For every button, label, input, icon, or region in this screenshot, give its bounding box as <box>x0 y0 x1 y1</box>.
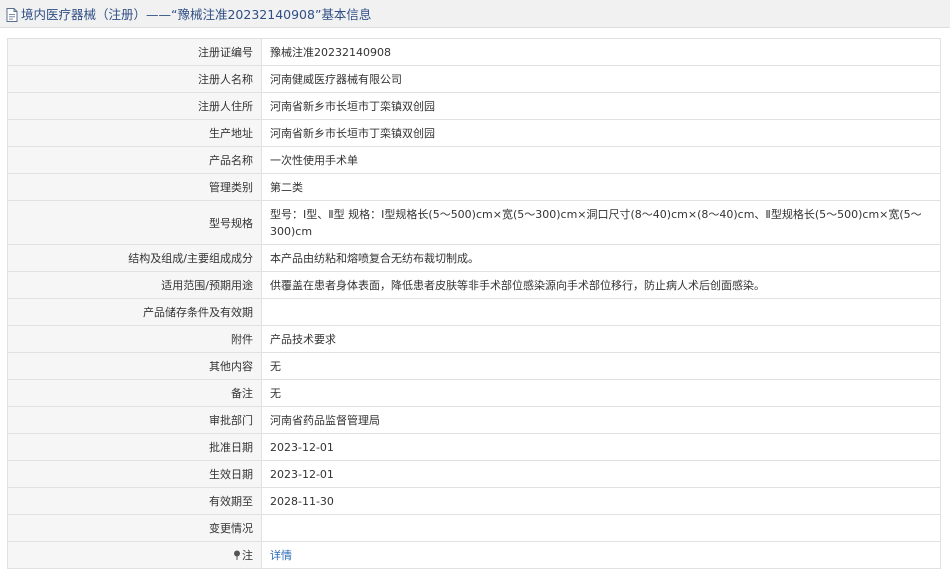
table-row: 备注 无 <box>7 379 941 407</box>
row-value: 无 <box>261 352 941 380</box>
row-value: 河南省新乡市长垣市丁栾镇双创园 <box>261 92 941 120</box>
table-row: 批准日期 2023-12-01 <box>7 433 941 461</box>
row-value: 2023-12-01 <box>261 433 941 461</box>
row-label: 注册人名称 <box>7 65 262 93</box>
table-row: 注册人住所 河南省新乡市长垣市丁栾镇双创园 <box>7 92 941 120</box>
row-value <box>261 514 941 542</box>
row-label: 审批部门 <box>7 406 262 434</box>
row-value: 无 <box>261 379 941 407</box>
table-row: 产品储存条件及有效期 <box>7 298 941 326</box>
table-row: 结构及组成/主要组成成分 本产品由纺粘和熔喷复合无纺布裁切制成。 <box>7 244 941 272</box>
table-row: 管理类别 第二类 <box>7 173 941 201</box>
document-icon <box>6 7 18 22</box>
details-link[interactable]: 详情 <box>270 549 292 562</box>
note-label-cell: 注 <box>7 541 262 569</box>
note-label: 注 <box>242 549 253 562</box>
row-value: 河南健威医疗器械有限公司 <box>261 65 941 93</box>
row-label: 产品储存条件及有效期 <box>7 298 262 326</box>
row-label: 批准日期 <box>7 433 262 461</box>
row-value: 一次性使用手术单 <box>261 146 941 174</box>
row-value: 河南省新乡市长垣市丁栾镇双创园 <box>261 119 941 147</box>
table-row: 变更情况 <box>7 514 941 542</box>
row-label: 管理类别 <box>7 173 262 201</box>
row-label: 附件 <box>7 325 262 353</box>
table-row: 有效期至 2028-11-30 <box>7 487 941 515</box>
row-label: 注册人住所 <box>7 92 262 120</box>
row-label: 其他内容 <box>7 352 262 380</box>
row-label: 备注 <box>7 379 262 407</box>
row-label: 型号规格 <box>7 200 262 245</box>
row-value: 2023-12-01 <box>261 460 941 488</box>
row-value: 本产品由纺粘和熔喷复合无纺布裁切制成。 <box>261 244 941 272</box>
note-value-cell: 详情 <box>261 541 941 569</box>
row-label: 注册证编号 <box>7 38 262 66</box>
row-label: 结构及组成/主要组成成分 <box>7 244 262 272</box>
table-row: 附件 产品技术要求 <box>7 325 941 353</box>
table-row: 注册人名称 河南健威医疗器械有限公司 <box>7 65 941 93</box>
row-value: 产品技术要求 <box>261 325 941 353</box>
row-value: 豫械注准20232140908 <box>261 38 941 66</box>
row-label: 有效期至 <box>7 487 262 515</box>
row-label: 生产地址 <box>7 119 262 147</box>
row-value: 第二类 <box>261 173 941 201</box>
row-label: 生效日期 <box>7 460 262 488</box>
row-value <box>261 298 941 326</box>
row-value: 供覆盖在患者身体表面，降低患者皮肤等非手术部位感染源向手术部位移行，防止病人术后… <box>261 271 941 299</box>
table-row: 注册证编号 豫械注准20232140908 <box>7 38 941 66</box>
table-row: 型号规格 型号：Ⅰ型、Ⅱ型 规格：Ⅰ型规格长(5～500)cm×宽(5～300)… <box>7 200 941 245</box>
page-title: 境内医疗器械（注册）——“豫械注准20232140908”基本信息 <box>21 7 372 22</box>
page-header: 境内医疗器械（注册）——“豫械注准20232140908”基本信息 <box>0 0 950 28</box>
info-table: 注册证编号 豫械注准20232140908 注册人名称 河南健威医疗器械有限公司… <box>7 38 941 569</box>
row-value: 河南省药品监督管理局 <box>261 406 941 434</box>
row-value: 2028-11-30 <box>261 487 941 515</box>
table-row: 适用范围/预期用途 供覆盖在患者身体表面，降低患者皮肤等非手术部位感染源向手术部… <box>7 271 941 299</box>
table-row: 产品名称 一次性使用手术单 <box>7 146 941 174</box>
table-row: 生效日期 2023-12-01 <box>7 460 941 488</box>
table-row: 生产地址 河南省新乡市长垣市丁栾镇双创园 <box>7 119 941 147</box>
table-row: 注 详情 <box>7 541 941 569</box>
pin-icon <box>234 550 240 560</box>
row-label: 产品名称 <box>7 146 262 174</box>
row-label: 适用范围/预期用途 <box>7 271 262 299</box>
table-row: 审批部门 河南省药品监督管理局 <box>7 406 941 434</box>
row-value: 型号：Ⅰ型、Ⅱ型 规格：Ⅰ型规格长(5～500)cm×宽(5～300)cm×洞口… <box>261 200 941 245</box>
row-label: 变更情况 <box>7 514 262 542</box>
table-row: 其他内容 无 <box>7 352 941 380</box>
